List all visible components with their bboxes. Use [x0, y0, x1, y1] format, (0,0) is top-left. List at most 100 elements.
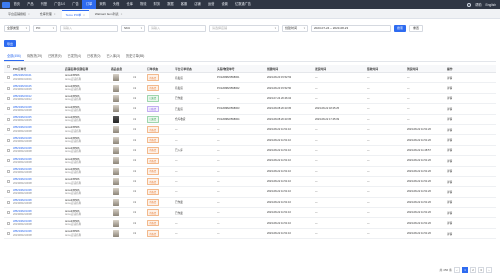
table-row[interactable]: WB2308221008 2023082210008 temu235566 temu店… — [4, 218, 496, 229]
po-select[interactable]: PO ▾ — [33, 24, 57, 32]
product-thumbnail[interactable] — [113, 178, 119, 186]
detail-link[interactable]: 详情 — [446, 190, 496, 194]
detail-link[interactable]: 详情 — [446, 128, 496, 132]
status-tab[interactable]: 全部(456) — [4, 53, 24, 61]
page-number[interactable]: 3 — [478, 266, 484, 273]
detail-link[interactable]: 详情 — [446, 169, 496, 173]
product-thumbnail[interactable] — [113, 84, 119, 92]
close-icon[interactable]: × — [83, 13, 85, 17]
bell-icon[interactable] — [467, 2, 472, 7]
product-thumbnail[interactable] — [113, 219, 119, 227]
detail-link[interactable]: 详情 — [446, 221, 496, 225]
language-switch[interactable]: English — [486, 3, 496, 7]
detail-link[interactable]: 详情 — [446, 180, 496, 184]
nav-item[interactable]: 物流 — [137, 0, 151, 9]
tracking-number[interactable]: PO1208822568003 — [216, 107, 266, 110]
nav-item[interactable]: 运营 — [204, 0, 218, 9]
row-checkbox[interactable] — [7, 148, 10, 152]
status-tab[interactable]: 待拣货(29) — [24, 53, 45, 61]
close-icon[interactable]: × — [54, 12, 56, 16]
app-logo[interactable] — [2, 1, 10, 8]
sku-input[interactable]: 请输入 — [148, 24, 206, 32]
export-button[interactable]: 导出 — [4, 40, 17, 47]
detail-link[interactable]: 详情 — [446, 107, 496, 111]
detail-link[interactable]: 详情 — [446, 211, 496, 215]
tracking-number[interactable]: — — [216, 159, 266, 162]
time-type-select[interactable]: 创建时间 ▾ — [282, 24, 308, 32]
nav-item[interactable]: 刊登 — [37, 0, 51, 9]
table-row[interactable]: WB2308221008 2023082210008 temu235566 temu店… — [4, 187, 496, 198]
status-tab[interactable]: 已拣货(9) — [45, 53, 64, 61]
table-row[interactable]: WB2308221008 2023082210008 temu235566 temu店… — [4, 156, 496, 167]
tracking-number[interactable]: PO1208823568001 — [216, 76, 266, 79]
nav-item[interactable]: 订单 — [82, 0, 96, 9]
tracking-number[interactable]: PO1208822568004 — [216, 118, 266, 121]
prev-page-icon[interactable]: ‹ — [454, 266, 460, 273]
row-checkbox[interactable] — [7, 200, 10, 204]
page-tab[interactable]: 平台店铺授权 × — [4, 10, 34, 18]
row-checkbox[interactable] — [7, 96, 10, 100]
tracking-number[interactable]: PO1208823568002 — [216, 87, 266, 90]
page-tab[interactable]: 仓库管理 × — [36, 10, 60, 18]
product-thumbnail[interactable] — [113, 188, 119, 196]
nav-item[interactable]: 亿数通广告 — [231, 0, 254, 9]
product-thumbnail[interactable] — [113, 198, 119, 206]
product-thumbnail[interactable] — [113, 209, 119, 217]
product-thumbnail[interactable] — [113, 115, 119, 123]
status-tab[interactable]: 已发货(4) — [65, 53, 84, 61]
page-number[interactable]: 2 — [470, 266, 476, 273]
table-row[interactable]: WB2308221008 2023082210008 temu235566 temu店… — [4, 135, 496, 146]
po-input[interactable]: 请输入 — [60, 24, 118, 32]
tracking-number[interactable]: — — [216, 222, 266, 225]
tracking-number[interactable]: — — [216, 232, 266, 235]
product-thumbnail[interactable] — [113, 94, 119, 102]
tracking-number[interactable]: — — [216, 211, 266, 214]
row-checkbox[interactable] — [7, 107, 10, 111]
nav-item[interactable]: 广告3.0 — [51, 0, 69, 9]
date-range-picker[interactable]: 2023-07-24 ~ 2023-08-23 — [311, 24, 391, 32]
table-row[interactable]: WB2308220012 2023082210012 temu235566 temu店… — [4, 94, 496, 105]
tracking-number[interactable]: — — [216, 139, 266, 142]
product-thumbnail[interactable] — [113, 146, 119, 154]
detail-link[interactable]: 详情 — [446, 86, 496, 90]
row-checkbox[interactable] — [7, 117, 10, 121]
detail-link[interactable]: 详情 — [446, 96, 496, 100]
nav-item[interactable]: 首页 — [10, 0, 24, 9]
product-thumbnail[interactable] — [113, 167, 119, 175]
row-checkbox[interactable] — [7, 232, 10, 236]
detail-link[interactable]: 详情 — [446, 138, 496, 142]
product-thumbnail[interactable] — [113, 157, 119, 165]
product-thumbnail[interactable] — [113, 105, 119, 113]
nav-item[interactable]: 财务 — [150, 0, 164, 9]
detail-link[interactable]: 详情 — [446, 232, 496, 236]
table-row[interactable]: WB2308221008 2023082210008 temu235566 temu店… — [4, 229, 496, 240]
table-row[interactable]: WB2308221008 2023082210008 temu235566 temu店… — [4, 125, 496, 136]
sku-select[interactable]: SKU ▾ — [121, 24, 145, 32]
nav-item[interactable]: 头程 — [109, 0, 123, 9]
tracking-number[interactable]: — — [216, 128, 266, 131]
row-checkbox[interactable] — [7, 76, 10, 80]
status-tab[interactable]: 已入库(3) — [103, 53, 122, 61]
detail-link[interactable]: 详情 — [446, 200, 496, 204]
page-tab[interactable]: Walmart Item列表 × — [91, 10, 127, 18]
product-thumbnail[interactable] — [113, 230, 119, 238]
detail-link[interactable]: 详情 — [446, 159, 496, 163]
nav-item[interactable]: 仓库 — [123, 0, 137, 9]
status-tab[interactable]: 历史订单(85) — [123, 53, 147, 61]
table-row[interactable]: WB2308221008 2023082210008 temu235566 temu店… — [4, 208, 496, 219]
reset-button[interactable]: 重置 — [409, 24, 424, 32]
search-button[interactable]: 搜索 — [394, 24, 407, 32]
table-row[interactable]: WB2308221008 2023082210008 temu235566 temu店… — [4, 177, 496, 188]
table-row[interactable]: WB2308230101 2023082310001 temu235566 temu店… — [4, 73, 496, 84]
row-checkbox[interactable] — [7, 86, 10, 90]
row-checkbox[interactable] — [7, 180, 10, 184]
product-thumbnail[interactable] — [113, 136, 119, 144]
table-row[interactable]: WB2308221008 2023082210008 temu235566 temu店… — [4, 167, 496, 177]
row-checkbox[interactable] — [7, 190, 10, 194]
nav-item[interactable]: 客服 — [177, 0, 191, 9]
nav-item[interactable]: 数据 — [164, 0, 178, 9]
select-all-checkbox[interactable] — [7, 65, 10, 68]
detail-link[interactable]: 详情 — [446, 117, 496, 121]
row-checkbox[interactable] — [7, 128, 10, 132]
nav-item[interactable]: 广告 — [69, 0, 83, 9]
